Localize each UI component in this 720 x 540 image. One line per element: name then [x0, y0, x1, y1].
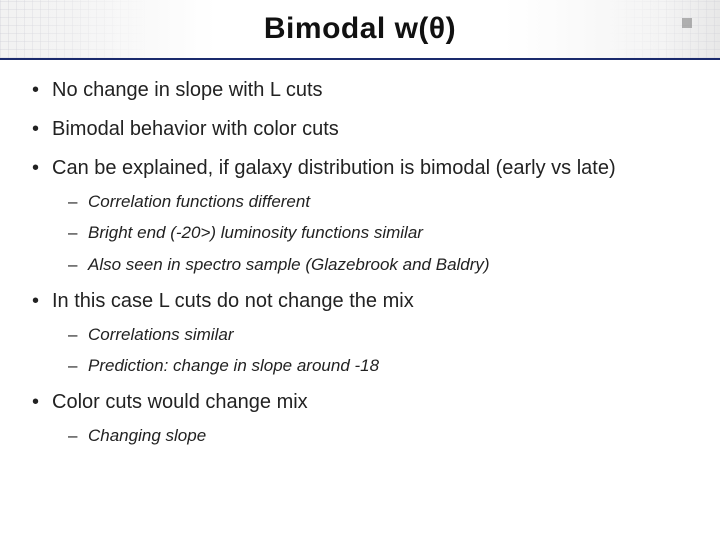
list-item: Color cuts would change mix Changing slo…	[28, 390, 692, 446]
decorative-square-icon	[682, 18, 692, 28]
sub-bullet-list: Changing slope	[52, 425, 692, 446]
sub-list-item: Correlations similar	[52, 324, 692, 345]
decorative-grid-left	[0, 0, 150, 58]
slide-title: Bimodal w(θ)	[264, 12, 456, 46]
bullet-text: No change in slope with L cuts	[52, 79, 323, 101]
decorative-grid-right	[610, 0, 720, 58]
list-item: In this case L cuts do not change the mi…	[28, 289, 692, 377]
sub-bullet-list: Correlations similar Prediction: change …	[52, 324, 692, 377]
bullet-text: Can be explained, if galaxy distribution…	[52, 157, 616, 179]
sub-list-item: Correlation functions different	[52, 191, 692, 212]
list-item: Can be explained, if galaxy distribution…	[28, 156, 692, 275]
sub-bullet-text: Also seen in spectro sample (Glazebrook …	[88, 255, 490, 274]
sub-list-item: Bright end (-20>) luminosity functions s…	[52, 222, 692, 243]
sub-list-item: Also seen in spectro sample (Glazebrook …	[52, 254, 692, 275]
slide-content: No change in slope with L cuts Bimodal b…	[0, 60, 720, 471]
sub-bullet-text: Bright end (-20>) luminosity functions s…	[88, 223, 423, 242]
sub-bullet-text: Correlations similar	[88, 325, 233, 344]
sub-bullet-text: Prediction: change in slope around -18	[88, 356, 379, 375]
bullet-text: Bimodal behavior with color cuts	[52, 118, 339, 140]
sub-bullet-text: Correlation functions different	[88, 192, 310, 211]
sub-list-item: Prediction: change in slope around -18	[52, 355, 692, 376]
list-item: Bimodal behavior with color cuts	[28, 117, 692, 142]
bullet-list: No change in slope with L cuts Bimodal b…	[28, 78, 692, 447]
list-item: No change in slope with L cuts	[28, 78, 692, 103]
sub-bullet-list: Correlation functions different Bright e…	[52, 191, 692, 275]
sub-list-item: Changing slope	[52, 425, 692, 446]
title-bar: Bimodal w(θ)	[0, 0, 720, 60]
bullet-text: Color cuts would change mix	[52, 391, 308, 413]
bullet-text: In this case L cuts do not change the mi…	[52, 290, 414, 312]
sub-bullet-text: Changing slope	[88, 426, 206, 445]
